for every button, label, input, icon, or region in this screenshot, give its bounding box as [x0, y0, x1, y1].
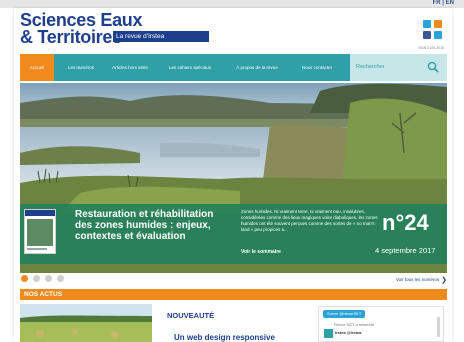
- nav-item-home[interactable]: Accueil: [20, 54, 54, 81]
- page: Sciences Eaux & Territoires La revue d'I…: [14, 8, 452, 342]
- cover-text: [27, 248, 47, 250]
- cover-image: [27, 219, 53, 246]
- nav-item-issues[interactable]: Les numéros: [60, 54, 102, 81]
- carousel-dot-1[interactable]: [21, 275, 28, 282]
- news-tag: NOUVEAUTÉ: [167, 311, 215, 320]
- news-section-header: NOS ACTUS: [20, 289, 447, 300]
- nav-item-about[interactable]: À propos de la revue: [226, 54, 288, 81]
- tweet-user[interactable]: Irstea @Irstea: [335, 330, 361, 335]
- news-section-title: NOS ACTUS: [24, 291, 63, 298]
- hero-banner[interactable]: Restauration et réhabilitation des zones…: [20, 83, 447, 273]
- facebook-icon[interactable]: [423, 31, 431, 39]
- language-switch[interactable]: FR | EN: [433, 0, 454, 6]
- carousel-dot-4[interactable]: [57, 275, 64, 282]
- carousel-dot-2[interactable]: [33, 275, 40, 282]
- rss-icon[interactable]: [434, 20, 442, 28]
- tweet-avatar[interactable]: [324, 329, 333, 338]
- summary-link[interactable]: Voir le sommaire: [241, 249, 281, 255]
- all-issues-label: Voir tous les numéros: [395, 277, 440, 283]
- news-image[interactable]: [20, 304, 152, 342]
- cover-header: [25, 210, 55, 216]
- site-logo-line2[interactable]: & Territoires: [20, 28, 122, 46]
- widget-scrollbar[interactable]: [437, 317, 440, 337]
- issue-summary: Zones humides. Ni vraiment terre, ni vra…: [241, 209, 378, 232]
- all-issues-link[interactable]: Voir tous les numéros ❯: [396, 276, 447, 284]
- twitter-widget: Suivre @revueSET Revue SET a retweeté Ir…: [318, 306, 444, 342]
- nav-item-special-articles[interactable]: Articles hors série: [106, 54, 154, 81]
- issue-date: 4 septembre 2017: [375, 246, 436, 255]
- social-icon[interactable]: [434, 31, 442, 39]
- top-band: [0, 0, 464, 8]
- issue-caption: Restauration et réhabilitation des zones…: [20, 204, 447, 264]
- main-nav: Accueil Les numéros Articles hors série …: [20, 54, 447, 81]
- issue-number: n°24: [382, 210, 429, 235]
- chevron-right-icon: ❯: [441, 277, 447, 284]
- carousel-dot-3[interactable]: [45, 275, 52, 282]
- social-links: [423, 20, 443, 42]
- news-headline[interactable]: Un web design responsive: [174, 333, 275, 342]
- search-icon[interactable]: [427, 61, 439, 73]
- search-label: Rechercher: [356, 64, 385, 70]
- search-box[interactable]: Rechercher: [350, 54, 447, 81]
- field-photo: [20, 304, 152, 342]
- nav-item-special-notebooks[interactable]: Les cahiers spéciaux: [160, 54, 220, 81]
- nav-item-contact[interactable]: Nous contacter: [292, 54, 342, 81]
- issue-title[interactable]: Restauration et réhabilitation des zones…: [75, 209, 230, 242]
- retweet-label: Revue SET a retweeté: [334, 322, 375, 327]
- issn-label: ISSN 2109-3016: [418, 46, 444, 50]
- twitter-follow-button[interactable]: Suivre @revueSET: [323, 310, 366, 318]
- twitter-icon[interactable]: [423, 20, 431, 28]
- issue-cover[interactable]: [24, 209, 56, 254]
- site-tagline: La revue d'Irstea: [113, 31, 209, 42]
